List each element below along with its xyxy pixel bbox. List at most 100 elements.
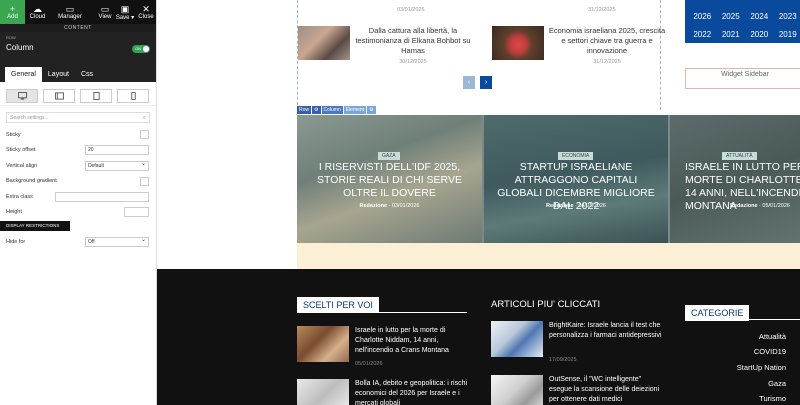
year-link[interactable]: 2020 bbox=[745, 30, 774, 43]
cloud-button[interactable]: ☁ Cloud bbox=[25, 0, 50, 24]
year-link[interactable]: 2022 bbox=[688, 30, 717, 43]
news-card-date: 30/12/2025 bbox=[399, 59, 427, 65]
cloud-icon: ☁ bbox=[33, 4, 42, 14]
hero-author: Redazione bbox=[359, 203, 388, 209]
years-archive: 2026 2025 2024 2023 2022 2021 2020 2019 bbox=[685, 0, 800, 43]
widget-sidebar[interactable]: Widget Sidebar bbox=[685, 68, 800, 89]
content-label: CONTENT bbox=[0, 24, 156, 32]
breadcrumb: ROW bbox=[6, 35, 16, 40]
news-card-title: Dalla cattura alla libertà, la testimoni… bbox=[355, 26, 471, 55]
view-label: View bbox=[98, 14, 112, 20]
footer-article[interactable]: BrightKaire: Israele lancia il test che … bbox=[491, 321, 661, 363]
cliccati-heading: ARTICOLI PIU' CLICCATI bbox=[491, 299, 601, 310]
background-gradient-swatch[interactable] bbox=[140, 176, 149, 186]
pager-prev-button[interactable]: ‹ bbox=[463, 76, 475, 89]
hero-card[interactable]: ATTUALITÀ ISRAELE IN LUTTO PER LA MORTE … bbox=[670, 115, 800, 243]
hide-for-select[interactable]: Off bbox=[85, 236, 149, 247]
hero-author: Redazione bbox=[730, 203, 758, 209]
search-icon: ⌕ bbox=[142, 115, 146, 121]
year-link[interactable]: 2019 bbox=[774, 30, 800, 43]
hero-card[interactable]: GAZA I RISERVISTI DELL'IDF 2025, STORIE … bbox=[297, 115, 482, 243]
device-tablet[interactable] bbox=[80, 89, 112, 103]
year-link[interactable]: 2023 bbox=[774, 12, 800, 25]
extra-class-input[interactable] bbox=[55, 191, 149, 202]
category-link[interactable]: Turismo bbox=[685, 394, 800, 403]
news-card[interactable]: Economia israeliana 2025, crescita e set… bbox=[492, 26, 665, 65]
year-link[interactable]: 2021 bbox=[717, 30, 746, 43]
display-restrictions-header: DISPLAY RESTRICTIONS bbox=[0, 221, 70, 231]
news-section: 03/01/2026 31/12/2025 Dalla cattura alla… bbox=[297, 0, 665, 110]
category-link[interactable]: Gaza bbox=[685, 379, 800, 388]
height-input[interactable] bbox=[124, 207, 149, 218]
sticky-label: Sticky bbox=[6, 131, 21, 138]
hero-title: I RISERVISTI DELL'IDF 2025, STORIE REALI… bbox=[317, 161, 462, 199]
hero-meta: Redazione · 03/01/2026 bbox=[359, 203, 420, 209]
manager-button[interactable]: ▭ Manager bbox=[50, 0, 90, 24]
desktop-icon bbox=[17, 92, 27, 100]
news-date-top-right: 31/12/2025 bbox=[588, 7, 616, 13]
element-settings-icon[interactable]: ⚙ bbox=[367, 106, 376, 114]
hero-date: 03/01/2026 bbox=[391, 203, 420, 209]
add-label: Add bbox=[7, 14, 18, 20]
year-link[interactable]: 2024 bbox=[745, 12, 774, 25]
add-button[interactable]: + Add bbox=[0, 0, 25, 24]
sticky-offset-input[interactable]: 20 bbox=[85, 145, 149, 156]
footer-article[interactable]: Israele in lutto per la morte di Charlot… bbox=[297, 326, 467, 367]
device-desktop[interactable] bbox=[6, 89, 38, 103]
tab-css[interactable]: Css bbox=[75, 67, 99, 82]
scelti-heading: SCELTI PER VOI bbox=[297, 297, 379, 313]
monitor-icon: ▭ bbox=[100, 4, 110, 14]
tab-layout[interactable]: Layout bbox=[42, 67, 75, 82]
category-link[interactable]: StartUp Nation bbox=[685, 363, 800, 372]
background-gradient-label: Background gradient bbox=[6, 178, 57, 185]
tab-general[interactable]: General bbox=[5, 67, 42, 82]
hero-tag[interactable]: ECONOMIA bbox=[558, 152, 594, 160]
device-switcher bbox=[0, 87, 156, 106]
extra-class-label: Extra class bbox=[6, 193, 33, 200]
footer-thumb-toilet bbox=[491, 375, 543, 405]
news-card[interactable]: Dalla cattura alla libertà, la testimoni… bbox=[298, 26, 471, 65]
save-button[interactable]: ▣ Save ▾ bbox=[114, 0, 136, 24]
categorie-underline bbox=[685, 319, 800, 320]
footer-article[interactable]: Bolla IA, debito e geopolitica: i rischi… bbox=[297, 379, 467, 405]
prop-sticky-offset: Sticky offset 20 bbox=[0, 143, 156, 159]
year-link[interactable]: 2026 bbox=[688, 12, 717, 25]
element-handle[interactable]: Element bbox=[343, 106, 367, 114]
hero-meta: Redazione · 05/01/2026 bbox=[730, 203, 790, 209]
save-icon: ▣ bbox=[120, 3, 130, 14]
column-handle[interactable]: Column bbox=[321, 106, 343, 114]
hero-tag[interactable]: GAZA bbox=[378, 152, 400, 160]
vertical-align-select[interactable]: Default bbox=[85, 160, 149, 171]
sticky-offset-label: Sticky offset bbox=[6, 147, 36, 154]
category-link[interactable]: Attualità bbox=[685, 332, 800, 341]
device-laptop[interactable] bbox=[43, 89, 75, 103]
row-handle[interactable]: Row bbox=[297, 106, 312, 114]
pager-next-button[interactable]: › bbox=[480, 76, 492, 89]
news-date-top-left: 03/01/2026 bbox=[397, 7, 425, 13]
hero-row: GAZA I RISERVISTI DELL'IDF 2025, STORIE … bbox=[297, 115, 800, 243]
close-button[interactable]: ✕ Close bbox=[136, 0, 156, 24]
settings-search[interactable]: Search settings... ⌕ bbox=[6, 112, 150, 123]
height-label: Height bbox=[6, 209, 22, 216]
cloud-label: Cloud bbox=[29, 14, 46, 20]
view-button[interactable]: ▭ View bbox=[96, 0, 114, 24]
mobile-icon bbox=[130, 92, 136, 100]
folder-icon: ▭ bbox=[65, 4, 75, 14]
category-link[interactable]: COVID19 bbox=[685, 347, 800, 356]
search-placeholder: Search settings... bbox=[10, 115, 49, 121]
hero-card[interactable]: ECONOMIA STARTUP ISRAELIANE ATTRAGGONO C… bbox=[484, 115, 668, 243]
prop-sticky: Sticky bbox=[0, 127, 156, 143]
year-link[interactable]: 2025 bbox=[717, 12, 746, 25]
footer-article[interactable]: OutSense, il "WC intelligente" esegue la… bbox=[491, 375, 661, 405]
device-mobile[interactable] bbox=[117, 89, 149, 103]
tablet-icon bbox=[92, 92, 100, 100]
hero-date: 05/01/2026 bbox=[762, 203, 790, 209]
editor-panel: + Add ☁ Cloud ▭ Manager ▭ View ▣ Save ▾ … bbox=[0, 0, 157, 405]
close-label: Close bbox=[138, 14, 154, 20]
panel-title: Column bbox=[6, 43, 34, 52]
panel-tabs: General Layout Css bbox=[0, 64, 156, 82]
enable-toggle[interactable]: ON bbox=[132, 45, 150, 53]
row-settings-icon[interactable]: ⚙ bbox=[312, 106, 321, 114]
sticky-checkbox[interactable] bbox=[140, 130, 149, 140]
hero-tag[interactable]: ATTUALITÀ bbox=[722, 152, 757, 160]
